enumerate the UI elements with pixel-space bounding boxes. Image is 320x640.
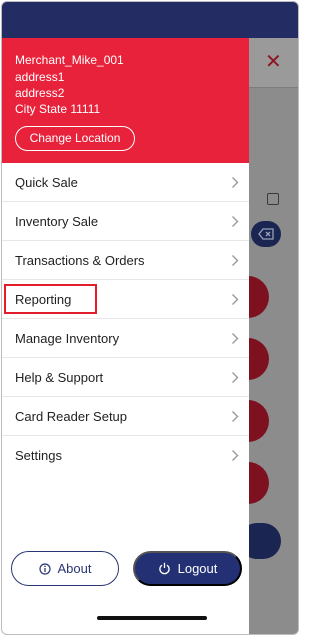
menu-item-manage-inventory[interactable]: Manage Inventory — [2, 319, 249, 358]
backspace-icon — [251, 221, 281, 247]
home-indicator[interactable] — [97, 616, 207, 620]
menu-item-label: Help & Support — [15, 370, 104, 385]
menu-item-help-support[interactable]: Help & Support — [2, 358, 249, 397]
menu-item-inventory-sale[interactable]: Inventory Sale — [2, 202, 249, 241]
menu-item-settings[interactable]: Settings — [2, 436, 249, 475]
about-button-content: About — [12, 552, 118, 585]
power-icon — [158, 562, 170, 575]
chevron-right-icon — [232, 255, 239, 266]
change-location-button[interactable]: Change Location — [15, 126, 135, 151]
address-line-1: address1 — [15, 70, 65, 84]
menu-item-transactions-orders[interactable]: Transactions & Orders — [2, 241, 249, 280]
chevron-right-icon — [232, 216, 239, 227]
about-button[interactable]: About — [11, 551, 119, 586]
info-icon — [38, 562, 51, 575]
edit-icon — [267, 193, 279, 205]
merchant-name: Merchant_Mike_001 — [15, 53, 124, 67]
phone-frame: ✕ Merchant_Mike_001 address1 address2 Ci… — [1, 1, 299, 635]
chevron-right-icon — [232, 450, 239, 461]
logout-label: Logout — [177, 561, 218, 576]
navigation-drawer: Merchant_Mike_001 address1 address2 City… — [2, 38, 249, 634]
drawer-header: Merchant_Mike_001 address1 address2 City… — [2, 38, 249, 163]
chevron-right-icon — [232, 177, 239, 188]
chevron-right-icon — [232, 372, 239, 383]
chevron-right-icon — [232, 294, 239, 305]
chevron-right-icon — [232, 411, 239, 422]
about-label: About — [57, 561, 92, 576]
menu-item-label: Settings — [15, 448, 62, 463]
background-header: ✕ — [249, 38, 298, 88]
status-bar — [2, 2, 298, 38]
chevron-right-icon — [232, 333, 239, 344]
menu-item-label: Manage Inventory — [15, 331, 120, 346]
menu-item-label: Quick Sale — [15, 175, 78, 190]
city-state-zip: City State 11111 — [15, 102, 101, 116]
background-app-overlay[interactable]: ✕ — [227, 38, 298, 634]
menu-item-quick-sale[interactable]: Quick Sale — [2, 163, 249, 202]
menu-item-label: Card Reader Setup — [15, 409, 128, 424]
menu-item-card-reader-setup[interactable]: Card Reader Setup — [2, 397, 249, 436]
menu-item-label: Transactions & Orders — [15, 253, 145, 268]
menu-item-label: Inventory Sale — [15, 214, 99, 229]
logout-button[interactable]: Logout — [133, 551, 242, 586]
reporting-highlight-box — [4, 284, 97, 314]
address-line-2: address2 — [15, 86, 65, 100]
logout-button-content: Logout — [135, 553, 240, 584]
close-icon[interactable]: ✕ — [265, 52, 282, 72]
